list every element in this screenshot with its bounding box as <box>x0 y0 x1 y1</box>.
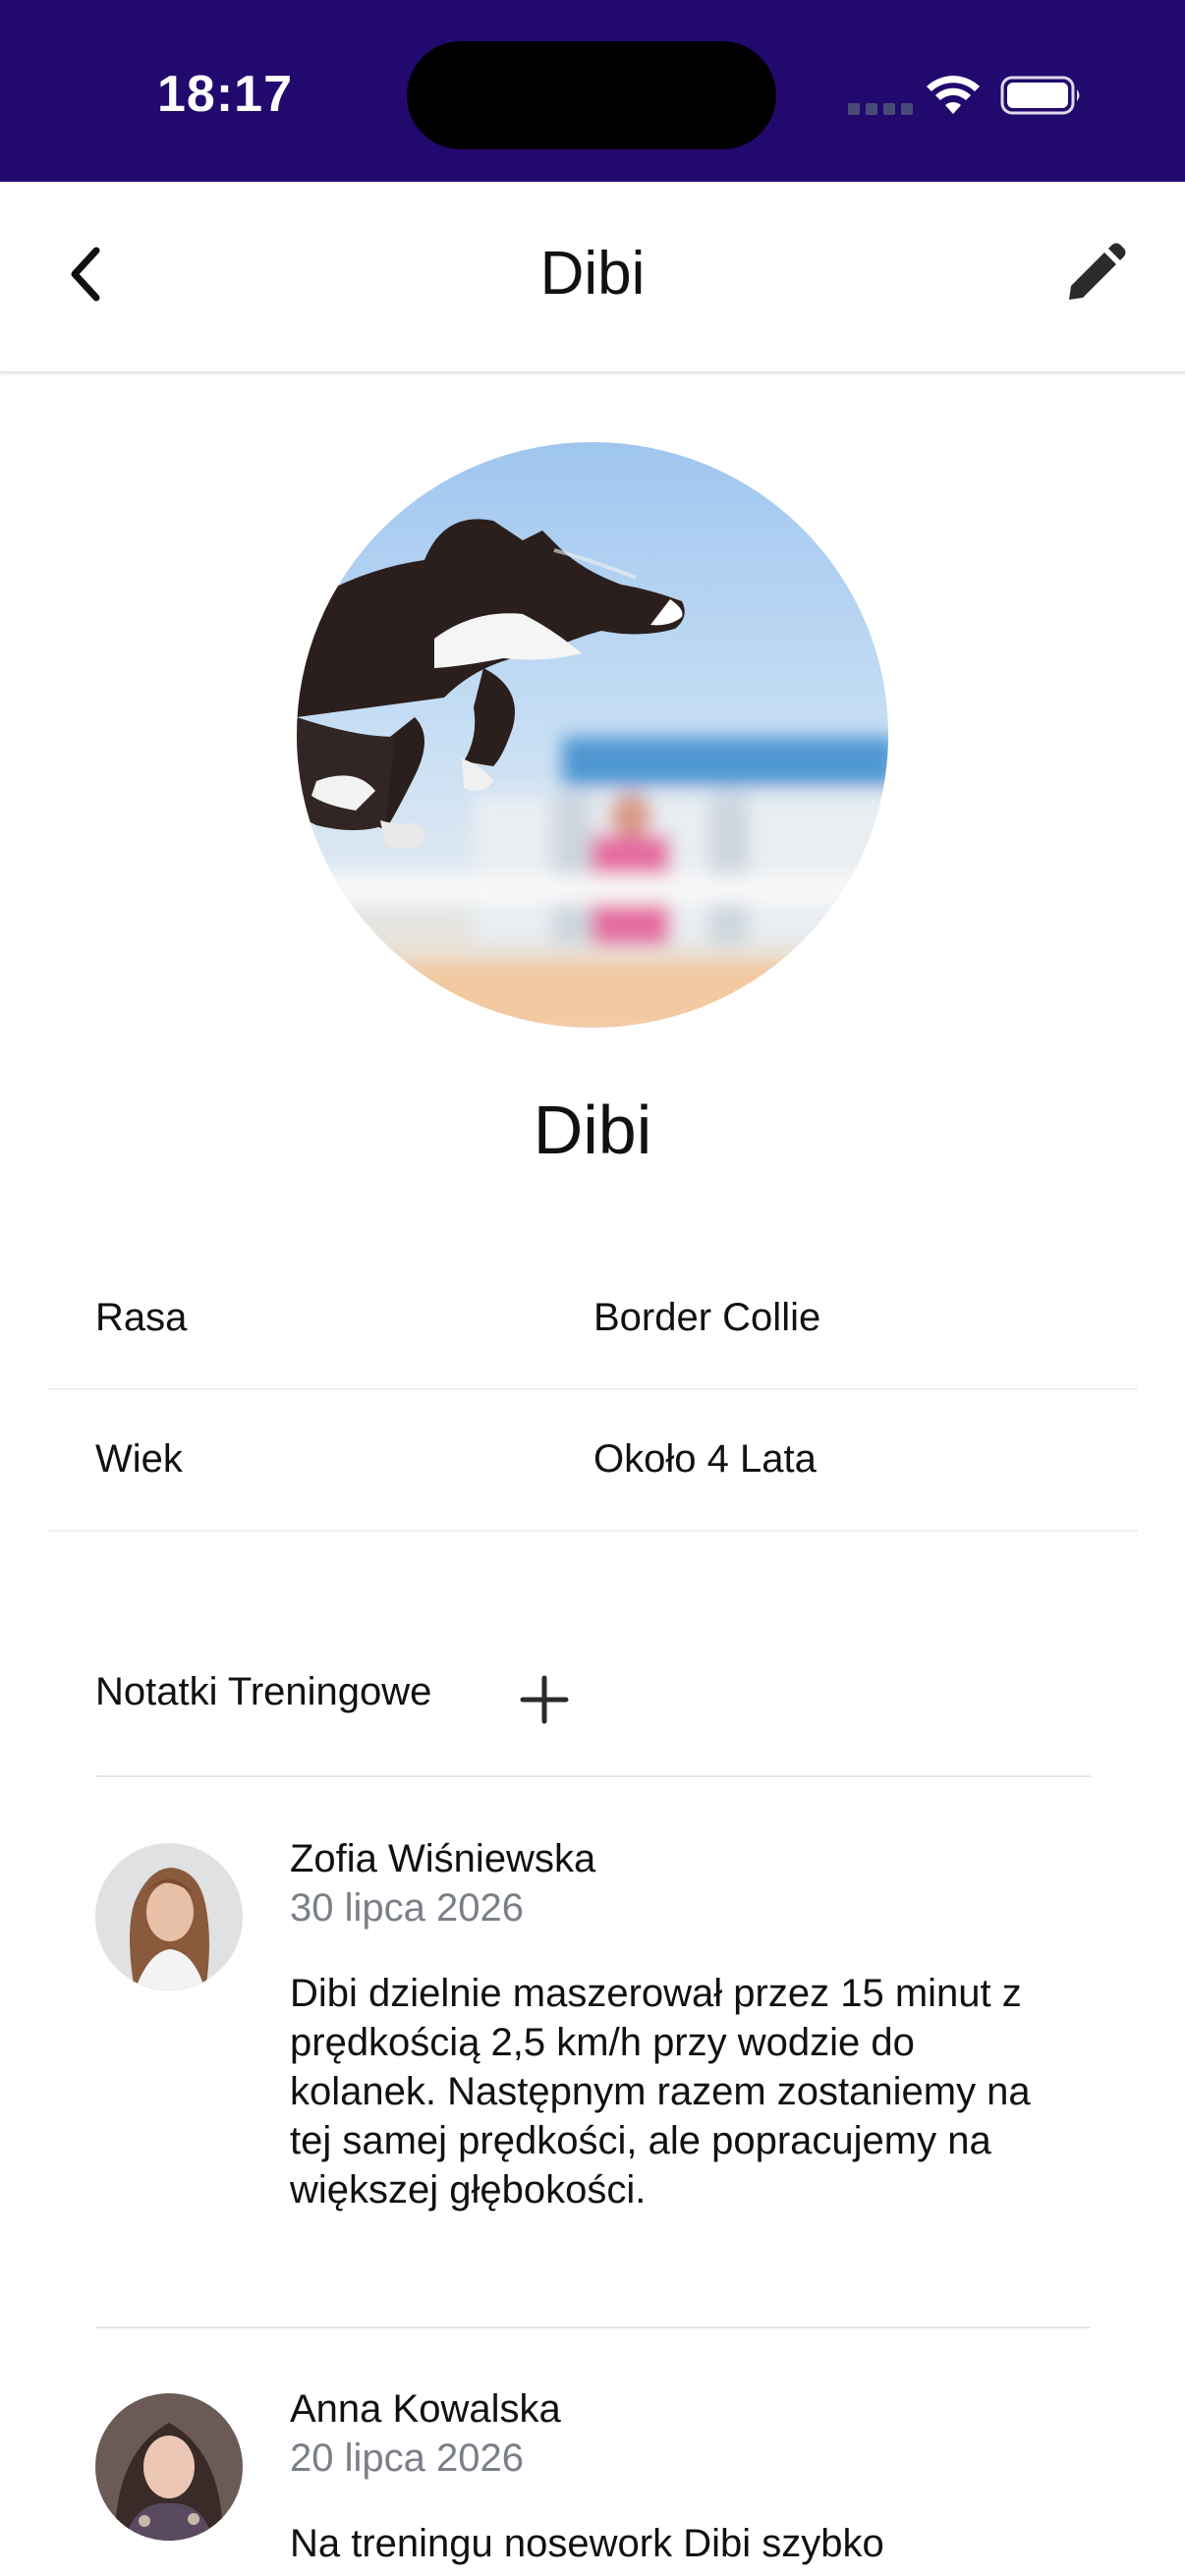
wifi-icon <box>927 76 980 114</box>
add-note-button[interactable] <box>515 1670 574 1729</box>
note-text: Dibi dzielnie maszerował przez 15 minut … <box>290 1972 1031 2212</box>
notes-section-title: Notatki Treningowe <box>95 1670 432 1713</box>
pet-photo <box>297 442 888 1028</box>
battery-icon <box>1000 76 1080 115</box>
cellular-signal-icon <box>848 103 913 115</box>
note-date: 30 lipca 2026 <box>290 1886 524 1930</box>
detail-row-age: Wiek Około 4 Lata <box>47 1388 1138 1532</box>
dog-photo <box>297 442 888 1028</box>
navigation-bar: Dibi <box>0 182 1185 373</box>
divider <box>95 1775 1091 1777</box>
note-author: Zofia Wiśniewska <box>290 1837 596 1880</box>
detail-label: Wiek <box>95 1437 183 1481</box>
status-time: 18:17 <box>157 66 293 123</box>
detail-label: Rasa <box>95 1296 188 1339</box>
edit-button[interactable] <box>1055 235 1134 313</box>
pet-name: Dibi <box>533 1092 652 1168</box>
detail-value: Border Collie <box>593 1296 821 1339</box>
pencil-icon <box>1069 243 1126 300</box>
note-date: 20 lipca 2026 <box>290 2436 524 2480</box>
note-author: Anna Kowalska <box>290 2387 561 2431</box>
dynamic-island <box>407 41 776 149</box>
detail-value: Około 4 Lata <box>593 1437 817 1481</box>
avatar <box>95 1843 243 1990</box>
plus-icon <box>520 1675 569 1724</box>
status-bar: 18:17 <box>0 0 1185 182</box>
note-text: Na treningu nosework Dibi szybko <box>290 2522 884 2565</box>
page-title: Dibi <box>539 240 646 308</box>
avatar <box>95 2393 243 2541</box>
divider <box>95 2326 1091 2328</box>
detail-row-breed: Rasa Border Collie <box>47 1247 1138 1390</box>
